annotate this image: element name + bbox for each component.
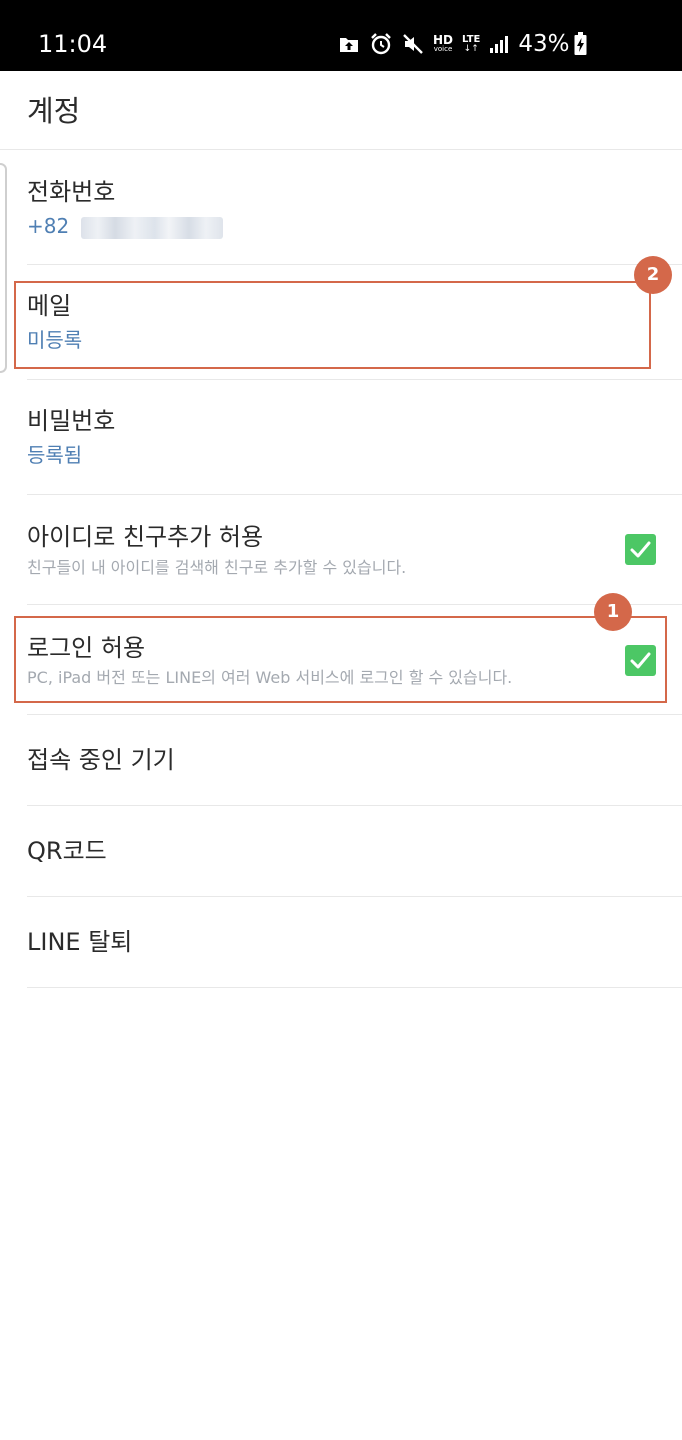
- setting-phone-number[interactable]: 전화번호 +82: [0, 150, 682, 264]
- allow-login-description: PC, iPad 버전 또는 LINE의 여러 Web 서비스에 로그인 할 수…: [27, 668, 513, 687]
- lte-label: LTE: [462, 33, 481, 45]
- lte-arrows: ↓↑: [463, 43, 479, 54]
- phone-number-title: 전화번호: [27, 178, 116, 206]
- setting-allow-login[interactable]: 로그인 허용 PC, iPad 버전 또는 LINE의 여러 Web 서비스에 …: [0, 605, 682, 714]
- allow-add-by-id-description: 친구들이 내 아이디를 검색해 친구로 추가할 수 있습니다.: [27, 558, 407, 577]
- qr-code-title: QR코드: [27, 837, 107, 865]
- alarm-icon: [371, 33, 391, 55]
- hd-voice-indicator: HD voice: [433, 34, 453, 53]
- check-icon: [630, 652, 651, 669]
- phone-number-redacted: [81, 216, 224, 239]
- connected-devices-title: 접속 중인 기기: [27, 746, 175, 774]
- signal-icon: [490, 36, 509, 53]
- setting-qr-code[interactable]: QR코드: [0, 806, 682, 896]
- upload-icon: [340, 38, 358, 52]
- delete-account-title: LINE 탈퇴: [27, 928, 133, 956]
- row-divider: [27, 987, 682, 988]
- status-icons: HD voice LTE ↓↑ 43%: [338, 30, 596, 58]
- allow-login-title: 로그인 허용: [27, 634, 146, 662]
- email-title: 메일: [27, 292, 72, 320]
- phone-country-code: +82: [27, 214, 70, 238]
- allow-add-by-id-title: 아이디로 친구추가 허용: [27, 523, 264, 551]
- status-time: 11:04: [38, 30, 108, 58]
- check-icon: [630, 541, 651, 558]
- step-badge-1: 1: [594, 593, 632, 631]
- allow-add-by-id-checkbox[interactable]: [625, 534, 656, 565]
- voice-label: voice: [433, 45, 453, 53]
- lte-indicator: LTE ↓↑: [462, 33, 481, 54]
- password-value: 등록됨: [27, 443, 83, 467]
- page-title: 계정: [27, 94, 81, 128]
- setting-delete-account[interactable]: LINE 탈퇴: [0, 897, 682, 987]
- battery-percent: 43%: [518, 31, 570, 57]
- screen: 11:04 HD voice LTE ↓↑ 43% 계정 전화번호 +82 메일…: [0, 0, 682, 1440]
- setting-connected-devices[interactable]: 접속 중인 기기: [0, 715, 682, 805]
- status-bar: 11:04 HD voice LTE ↓↑ 43%: [0, 0, 682, 71]
- password-title: 비밀번호: [27, 407, 116, 435]
- step-badge-2: 2: [634, 256, 672, 294]
- setting-email[interactable]: 메일 미등록: [0, 265, 682, 379]
- email-value: 미등록: [27, 328, 83, 352]
- setting-allow-add-by-id[interactable]: 아이디로 친구추가 허용 친구들이 내 아이디를 검색해 친구로 추가할 수 있…: [0, 495, 682, 604]
- mute-icon: [403, 34, 423, 54]
- setting-password[interactable]: 비밀번호 등록됨: [0, 380, 682, 494]
- phone-number-value: +82: [27, 213, 224, 239]
- allow-login-checkbox[interactable]: [625, 645, 656, 676]
- battery-charging-icon: [574, 32, 587, 55]
